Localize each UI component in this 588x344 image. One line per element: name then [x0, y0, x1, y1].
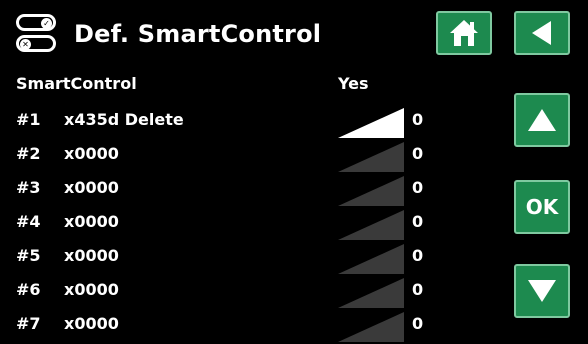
signal-level-ramp [338, 278, 404, 308]
back-button[interactable] [514, 11, 570, 55]
list-item[interactable]: #7 x0000 0 [16, 310, 436, 344]
title-bar: ✓ ✕ Def. SmartControl [16, 14, 321, 54]
page-title: Def. SmartControl [74, 20, 322, 48]
list-item[interactable]: #2 x0000 0 [16, 140, 436, 174]
row-number: #3 [16, 178, 41, 197]
row-name: x0000 [64, 246, 119, 265]
row-value: 0 [412, 144, 424, 163]
triangle-left-icon [532, 21, 551, 45]
row-number: #1 [16, 110, 41, 129]
row-value: 0 [412, 280, 424, 299]
row-value: 0 [412, 314, 424, 333]
signal-level-ramp [338, 312, 404, 342]
smartcontrol-label: SmartControl [16, 74, 137, 93]
signal-level-ramp [338, 176, 404, 206]
triangle-up-icon [528, 109, 556, 131]
smartcontrol-list: #1 x435d Delete 0 #2 x0000 0 #3 x0000 0 … [16, 106, 436, 344]
list-item[interactable]: #4 x0000 0 [16, 208, 436, 242]
list-item[interactable]: #3 x0000 0 [16, 174, 436, 208]
toggle-switches-icon: ✓ ✕ [16, 14, 62, 54]
row-value: 0 [412, 212, 424, 231]
signal-level-ramp [338, 142, 404, 172]
ramp-track [338, 312, 404, 342]
smartcontrol-value: Yes [338, 74, 369, 93]
row-number: #6 [16, 280, 41, 299]
list-item[interactable]: #1 x435d Delete 0 [16, 106, 436, 140]
row-value: 0 [412, 110, 424, 129]
ramp-track [338, 142, 404, 172]
ramp-track [338, 244, 404, 274]
row-name: x0000 [64, 314, 119, 333]
row-name: x0000 [64, 212, 119, 231]
row-value: 0 [412, 178, 424, 197]
ok-button[interactable]: OK [514, 180, 570, 234]
signal-level-ramp [338, 244, 404, 274]
row-number: #5 [16, 246, 41, 265]
row-name: x435d Delete [64, 110, 184, 129]
signal-level-ramp [338, 108, 404, 138]
row-number: #2 [16, 144, 41, 163]
scroll-up-button[interactable] [514, 93, 570, 147]
signal-level-ramp [338, 210, 404, 240]
home-button[interactable] [436, 11, 492, 55]
house-icon [450, 20, 478, 46]
row-number: #4 [16, 212, 41, 231]
triangle-down-icon [528, 280, 556, 302]
row-number: #7 [16, 314, 41, 333]
list-item[interactable]: #6 x0000 0 [16, 276, 436, 310]
list-item[interactable]: #5 x0000 0 [16, 242, 436, 276]
ramp-track [338, 176, 404, 206]
scroll-down-button[interactable] [514, 264, 570, 318]
row-name: x0000 [64, 144, 119, 163]
row-name: x0000 [64, 280, 119, 299]
ramp-track [338, 210, 404, 240]
row-name: x0000 [64, 178, 119, 197]
row-value: 0 [412, 246, 424, 265]
ramp-track [338, 278, 404, 308]
ramp-fill [338, 108, 404, 138]
smartcontrol-setting-row[interactable]: SmartControl Yes [16, 74, 436, 96]
